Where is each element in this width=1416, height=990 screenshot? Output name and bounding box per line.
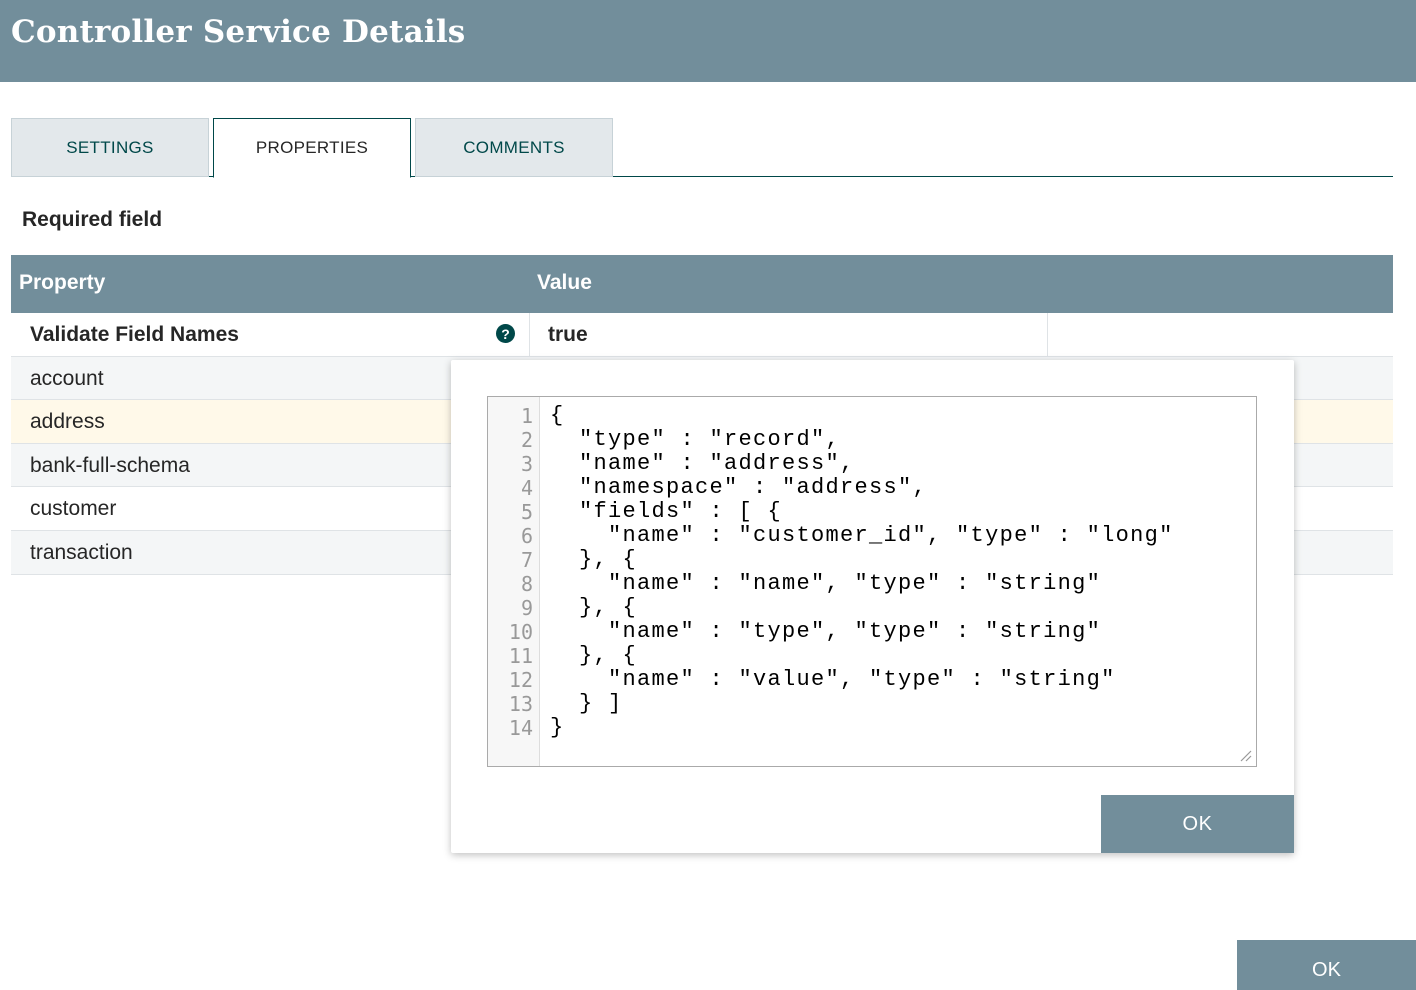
- tab-settings[interactable]: SETTINGS: [11, 118, 209, 177]
- code-line[interactable]: "name" : "name", "type" : "string": [550, 572, 1174, 596]
- line-number: 12: [508, 668, 533, 692]
- line-number: 1: [520, 404, 533, 428]
- code-line[interactable]: "type" : "record",: [550, 428, 1174, 452]
- line-number: 3: [520, 452, 533, 476]
- property-name: transaction: [30, 540, 133, 564]
- line-number: 13: [508, 692, 533, 716]
- code-line[interactable]: }, {: [550, 596, 1174, 620]
- code-line[interactable]: } ]: [550, 692, 1174, 716]
- code-line[interactable]: "name" : "type", "type" : "string": [550, 620, 1174, 644]
- line-number: 10: [508, 620, 533, 644]
- code-line[interactable]: }, {: [550, 548, 1174, 572]
- table-header: Property Value: [11, 255, 1393, 313]
- table-row[interactable]: Validate Field Names ? true: [11, 313, 1393, 357]
- property-name: customer: [30, 497, 117, 521]
- line-number: 11: [508, 644, 533, 668]
- column-divider: [1047, 313, 1048, 356]
- code-line[interactable]: "name" : "customer_id", "type" : "long": [550, 524, 1174, 548]
- code-line[interactable]: }, {: [550, 644, 1174, 668]
- column-header-property: Property: [19, 271, 106, 294]
- code-line[interactable]: {: [550, 404, 1174, 428]
- dialog-title: Controller Service Details: [11, 14, 466, 50]
- column-header-value: Value: [537, 271, 592, 294]
- property-name: account: [30, 366, 104, 390]
- required-field-label: Required field: [22, 208, 163, 231]
- code-text[interactable]: { "type" : "record", "name" : "address",…: [550, 404, 1174, 740]
- popup-ok-button[interactable]: OK: [1101, 795, 1294, 853]
- line-number: 4: [520, 476, 533, 500]
- line-number-gutter: 1 2 3 4 5 6 7 8 9 10 11 12 13 14: [488, 397, 540, 766]
- property-name: address: [30, 410, 105, 434]
- line-number: 7: [520, 548, 533, 572]
- tab-bar: SETTINGS PROPERTIES COMMENTS: [11, 118, 1393, 178]
- line-number: 2: [520, 428, 533, 452]
- help-icon[interactable]: ?: [496, 324, 515, 343]
- code-editor[interactable]: 1 2 3 4 5 6 7 8 9 10 11 12 13 14 { "type" : "record",…: [487, 396, 1257, 767]
- dialog-ok-button[interactable]: OK: [1237, 940, 1416, 990]
- line-number: 8: [520, 572, 533, 596]
- property-name: Validate Field Names: [30, 323, 239, 346]
- tab-comments[interactable]: COMMENTS: [415, 118, 613, 177]
- property-name: bank-full-schema: [30, 453, 190, 477]
- code-line[interactable]: "fields" : [ {: [550, 500, 1174, 524]
- value-editor-popup: 1 2 3 4 5 6 7 8 9 10 11 12 13 14 { "type" : "record",…: [451, 360, 1294, 853]
- line-number: 14: [508, 716, 533, 740]
- line-number: 5: [520, 500, 533, 524]
- tab-properties[interactable]: PROPERTIES: [213, 118, 411, 178]
- code-line[interactable]: }: [550, 716, 1174, 740]
- property-value[interactable]: true: [548, 323, 588, 347]
- resize-grip-icon[interactable]: [1238, 748, 1252, 762]
- line-number: 9: [520, 596, 533, 620]
- dialog-header: Controller Service Details: [0, 0, 1416, 82]
- code-line[interactable]: "namespace" : "address",: [550, 476, 1174, 500]
- column-divider: [529, 313, 530, 356]
- code-line[interactable]: "name" : "address",: [550, 452, 1174, 476]
- code-line[interactable]: "name" : "value", "type" : "string": [550, 668, 1174, 692]
- line-number: 6: [520, 524, 533, 548]
